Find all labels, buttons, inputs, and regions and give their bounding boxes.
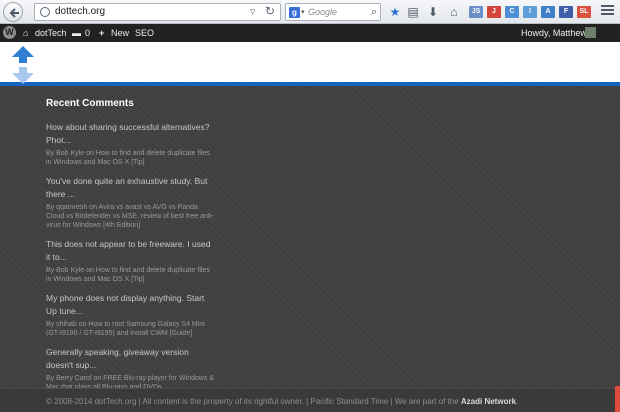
- comment-excerpt-link[interactable]: My phone does not display anything. Star…: [46, 292, 216, 318]
- browser-toolbar: dottech.org ▿ ↻ g ▾ Google ⌕ ★ ▤ ⬇ ⌂ JS J…: [0, 0, 620, 24]
- footer-period: .: [516, 397, 519, 406]
- magnifier-icon[interactable]: ⌕: [371, 6, 377, 19]
- scrollbar[interactable]: [615, 386, 620, 412]
- back-arrow-icon: [9, 8, 19, 18]
- comments-count[interactable]: 0: [85, 24, 90, 42]
- comment-excerpt-link[interactable]: This does not appear to be freeware. I u…: [46, 238, 216, 264]
- comment-meta[interactable]: By Bob Kyle on How to find and delete du…: [46, 149, 216, 167]
- dropdown-icon[interactable]: ▿: [250, 5, 256, 18]
- search-bar[interactable]: g ▾ Google ⌕: [285, 3, 381, 21]
- comment-excerpt-link[interactable]: Generally speaking, giveaway version doe…: [46, 346, 216, 372]
- back-button[interactable]: [3, 2, 23, 22]
- bookmark-star-icon[interactable]: ★: [388, 5, 402, 19]
- extension-button[interactable]: JS: [469, 6, 483, 18]
- reload-icon[interactable]: ↻: [265, 4, 275, 18]
- search-placeholder[interactable]: Google: [308, 7, 337, 17]
- extension-button[interactable]: C: [505, 6, 519, 18]
- google-icon[interactable]: g: [289, 7, 300, 18]
- seo-link[interactable]: SEO: [135, 24, 154, 42]
- wordpress-icon[interactable]: W: [3, 26, 16, 39]
- download-icon[interactable]: ⬇: [426, 5, 440, 19]
- site-footer: © 2008-2014 dotTech.org | All content is…: [0, 388, 620, 412]
- plus-icon[interactable]: +: [99, 24, 104, 42]
- list-item: You've done quite an exhaustive study. B…: [46, 175, 216, 230]
- forward-button[interactable]: [22, 5, 34, 19]
- comment-meta[interactable]: By qqamresh on Avira vs avast vs AVG vs …: [46, 203, 216, 230]
- home-icon[interactable]: ⌂: [23, 24, 28, 42]
- list-item: My phone does not display anything. Star…: [46, 292, 216, 338]
- widget-title: Recent Comments: [46, 98, 134, 109]
- extension-button[interactable]: J: [487, 6, 501, 18]
- wp-admin-bar: W ⌂ dotTech ▬ 0 + New SEO Howdy, Matthew…: [0, 24, 620, 42]
- comment-excerpt-link[interactable]: You've done quite an exhaustive study. B…: [46, 175, 216, 201]
- comment-meta[interactable]: By Bob Kyle on How to find and delete du…: [46, 266, 216, 284]
- comment-icon[interactable]: ▬: [72, 24, 81, 42]
- greeting-link[interactable]: Howdy, MatthewA: [521, 24, 593, 42]
- extension-button[interactable]: F: [559, 6, 573, 18]
- list-item: Generally speaking, giveaway version doe…: [46, 346, 216, 392]
- extension-button[interactable]: SL: [577, 6, 591, 18]
- network-link[interactable]: Azadi Network: [461, 397, 516, 406]
- list-item: How about sharing successful alternative…: [46, 121, 216, 167]
- comment-meta[interactable]: By shihab on How to root Samsung Galaxy …: [46, 320, 216, 338]
- menu-icon[interactable]: [601, 5, 614, 17]
- comment-excerpt-link[interactable]: How about sharing successful alternative…: [46, 121, 216, 147]
- extension-button[interactable]: I: [523, 6, 537, 18]
- url-text[interactable]: dottech.org: [55, 6, 105, 17]
- avatar[interactable]: [585, 27, 596, 38]
- clipboard-icon[interactable]: ▤: [406, 5, 420, 19]
- address-bar[interactable]: dottech.org ▿ ↻: [34, 3, 281, 21]
- site-header: [0, 42, 620, 82]
- extension-button[interactable]: A: [541, 6, 555, 18]
- recent-comments-list: How about sharing successful alternative…: [46, 121, 216, 400]
- new-link[interactable]: New: [111, 24, 129, 42]
- footer-text: © 2008-2014 dotTech.org | All content is…: [46, 397, 518, 406]
- copyright-text: © 2008-2014 dotTech.org | All content is…: [46, 397, 459, 406]
- scroll-arrows-icon[interactable]: [9, 45, 37, 85]
- site-name-link[interactable]: dotTech: [35, 24, 67, 42]
- home-icon[interactable]: ⌂: [447, 5, 461, 19]
- chevron-down-icon[interactable]: ▾: [301, 8, 305, 16]
- globe-icon: [40, 7, 50, 17]
- list-item: This does not appear to be freeware. I u…: [46, 238, 216, 284]
- main-content: Recent Comments How about sharing succes…: [0, 86, 620, 391]
